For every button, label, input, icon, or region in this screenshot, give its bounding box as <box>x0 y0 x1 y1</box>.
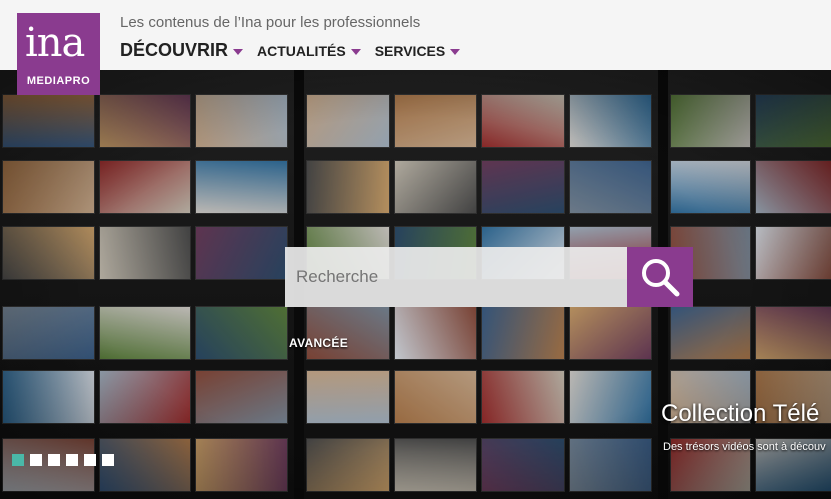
nav-label: ACTUALITÉS <box>257 42 346 59</box>
slider-pagination <box>12 454 120 466</box>
slider-dot[interactable] <box>48 454 60 466</box>
search-box <box>285 247 627 307</box>
slider-dot[interactable] <box>102 454 114 466</box>
nav-item-services[interactable]: SERVICES <box>375 43 461 59</box>
site-tagline: Les contenus de l’Ina pour les professio… <box>120 14 421 31</box>
search-button[interactable] <box>627 247 693 307</box>
slider-dot[interactable] <box>30 454 42 466</box>
search-icon <box>642 259 680 297</box>
slide-title[interactable]: Collection Télé <box>661 400 819 428</box>
site-header: Les contenus de l’Ina pour les professio… <box>0 0 831 70</box>
caret-down-icon <box>450 48 461 55</box>
logo-main-text: ina <box>25 20 85 66</box>
caret-down-icon <box>233 48 244 55</box>
slider-dot[interactable] <box>84 454 96 466</box>
nav-label: DÉCOUVRIR <box>120 40 229 60</box>
advanced-search-link[interactable]: AVANCÉE <box>289 336 348 350</box>
ina-mediapro-logo[interactable]: ina MEDIAPRO <box>17 13 100 95</box>
logo-sub-text: MEDIAPRO <box>26 75 91 87</box>
slide-subtitle: Des trésors vidéos sont à découv <box>663 441 826 453</box>
search-input[interactable] <box>285 247 615 307</box>
caret-down-icon <box>350 48 361 55</box>
slider-dot[interactable] <box>12 454 24 466</box>
slider-dot[interactable] <box>66 454 78 466</box>
main-nav: DÉCOUVRIR ACTUALITÉS SERVICES <box>120 40 474 61</box>
nav-item-actualites[interactable]: ACTUALITÉS <box>257 43 361 59</box>
nav-item-decouvrir[interactable]: DÉCOUVRIR <box>120 40 244 61</box>
hero-slider: AVANCÉE Collection Télé Des trésors vidé… <box>0 70 831 499</box>
nav-label: SERVICES <box>374 42 446 59</box>
